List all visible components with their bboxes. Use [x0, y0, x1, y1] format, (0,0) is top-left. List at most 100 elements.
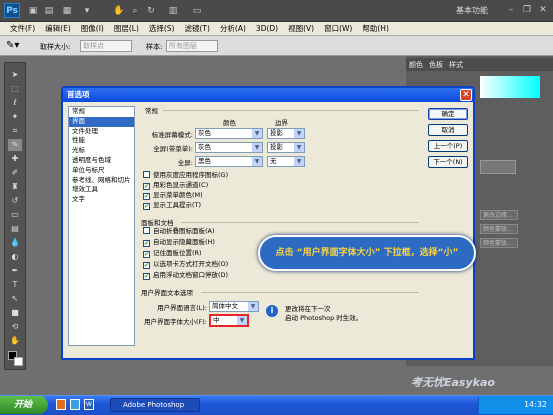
next-button[interactable]: 下一个(N) — [428, 156, 468, 168]
category-general[interactable]: 常规 — [69, 107, 134, 117]
category-performance[interactable]: 性能 — [69, 136, 134, 146]
sample-size-select[interactable]: 取样点 — [80, 40, 132, 52]
floating-dock-checkbox[interactable]: ✔ 启用浮动文档窗口停放(D) — [143, 271, 228, 280]
zoom-tool-icon[interactable]: ⌕ — [128, 5, 142, 17]
menu-image[interactable]: 图像(I) — [81, 23, 104, 34]
ui-font-size-select[interactable]: 中 ▼ — [209, 314, 249, 327]
category-cursors[interactable]: 光标 — [69, 146, 134, 156]
healing-brush-tool-icon[interactable]: ✚ — [8, 153, 22, 165]
prev-button[interactable]: 上一个(P) — [428, 140, 468, 152]
workspace-switcher[interactable]: 基本功能 — [456, 5, 488, 16]
category-units[interactable]: 单位与标尺 — [69, 166, 134, 176]
fullscreen-menu-color-select[interactable]: 灰色 ▼ — [195, 142, 263, 153]
eyedropper-preset-icon[interactable]: ✎▾ — [6, 40, 19, 51]
blur-tool-icon[interactable]: 💧 — [8, 237, 22, 249]
category-transparency[interactable]: 透明度与色域 — [69, 156, 134, 166]
start-button[interactable]: 开始 — [0, 396, 48, 414]
category-file-handling[interactable]: 文件处理 — [69, 127, 134, 137]
word-icon[interactable]: W — [84, 399, 94, 410]
color-mask-button-2[interactable]: 颜色蒙版... — [480, 238, 518, 248]
tooltips-checkbox[interactable]: ✔ 显示工具提示(T) — [143, 201, 201, 210]
fullscreen-menu-border-select[interactable]: 投影 ▼ — [267, 142, 305, 153]
fullscreen-border-select[interactable]: 无 ▼ — [267, 156, 305, 167]
pen-tool-icon[interactable]: ✒ — [8, 265, 22, 277]
menu-file[interactable]: 文件(F) — [10, 23, 35, 34]
taskbar-photoshop[interactable]: Adobe Photoshop — [110, 398, 200, 412]
marquee-tool-icon[interactable]: ⬚ — [8, 83, 22, 95]
rotate-view-icon[interactable]: ↻ — [144, 5, 158, 17]
category-plugins[interactable]: 增效工具 — [69, 185, 134, 195]
brush-tool-icon[interactable]: ✐ — [8, 167, 22, 179]
menu-analysis[interactable]: 分析(A) — [220, 23, 246, 34]
quick-select-tool-icon[interactable]: ✦ — [8, 111, 22, 123]
ui-language-select[interactable]: 简体中文 ▼ — [209, 301, 259, 312]
zoom-level-icon[interactable]: ▾ — [80, 5, 94, 17]
open-as-tabs-checkbox[interactable]: ✔ 以选项卡方式打开文档(O) — [143, 260, 228, 269]
arrange-documents-icon[interactable]: ▥ — [166, 5, 180, 17]
menu-window[interactable]: 窗口(W) — [324, 23, 352, 34]
shape-tool-icon[interactable]: ■ — [8, 307, 22, 319]
3d-rotate-tool-icon[interactable]: ⟲ — [8, 321, 22, 333]
cancel-button[interactable]: 取消 — [428, 124, 468, 136]
menu-view[interactable]: 视图(V) — [288, 23, 314, 34]
restore-icon[interactable]: ❐ — [520, 4, 534, 17]
standard-screen-border-select[interactable]: 投影 ▼ — [267, 128, 305, 139]
standard-screen-color-select[interactable]: 灰色 ▼ — [195, 128, 263, 139]
menu-layer[interactable]: 图层(L) — [114, 23, 139, 34]
lasso-tool-icon[interactable]: ℓ — [8, 97, 22, 109]
menu-3d[interactable]: 3D(D) — [256, 24, 278, 33]
tab-styles[interactable]: 样式 — [446, 58, 466, 71]
ok-button[interactable]: 确定 — [428, 108, 468, 120]
auto-show-panels-checkbox[interactable]: ✔ 自动显示隐藏面板(H) — [143, 238, 215, 247]
color-channels-checkbox[interactable]: ✔ 用彩色显示通道(C) — [143, 181, 208, 190]
dialog-close-icon[interactable]: ✕ — [460, 89, 472, 101]
category-list[interactable]: 常规 界面 文件处理 性能 光标 透明度与色域 单位与标尺 参考线、网格和切片 … — [68, 106, 135, 346]
crop-tool-icon[interactable]: ⌗ — [8, 125, 22, 137]
menu-help[interactable]: 帮助(H) — [362, 23, 389, 34]
move-tool-icon[interactable]: ➤ — [8, 69, 22, 81]
tab-color[interactable]: 颜色 — [406, 58, 426, 71]
ui-text-group-line — [201, 292, 419, 293]
fullscreen-menu-color-value: 灰色 — [198, 143, 211, 151]
category-guides[interactable]: 参考线、网格和切片 — [69, 176, 134, 186]
tab-swatches[interactable]: 色板 — [426, 58, 446, 71]
color-slider[interactable] — [480, 76, 540, 98]
mini-bridge-icon[interactable]: ▤ — [42, 5, 56, 17]
clone-stamp-tool-icon[interactable]: ♜ — [8, 181, 22, 193]
fullscreen-color-select[interactable]: 黑色 ▼ — [195, 156, 263, 167]
gradient-tool-icon[interactable]: ▤ — [8, 223, 22, 235]
remember-panels-checkbox[interactable]: ✔ 记住面板位置(R) — [143, 249, 202, 258]
background-color-swatch[interactable] — [14, 357, 23, 366]
close-icon[interactable]: ✕ — [536, 4, 550, 17]
path-select-tool-icon[interactable]: ↖ — [8, 293, 22, 305]
sample-label: 样本: — [146, 43, 163, 51]
menu-edit[interactable]: 编辑(E) — [45, 23, 71, 34]
screen-mode-icon[interactable]: ▭ — [190, 5, 204, 17]
minimize-icon[interactable]: – — [504, 4, 518, 17]
checkmark-icon: ✔ — [143, 262, 150, 269]
refine-edge-button[interactable]: 更改边缘... — [480, 210, 518, 220]
menu-select[interactable]: 选择(S) — [149, 23, 175, 34]
sample-select[interactable]: 所有图层 — [166, 40, 218, 52]
checkmark-icon: ✔ — [143, 273, 150, 280]
dodge-tool-icon[interactable]: ◐ — [8, 251, 22, 263]
menu-filter[interactable]: 滤镜(T) — [185, 23, 210, 34]
auto-collapse-checkbox[interactable]: 自动折叠图标面板(A) — [143, 227, 215, 236]
category-type[interactable]: 文字 — [69, 195, 134, 205]
color-mask-button[interactable]: 颜色蒙版... — [480, 224, 518, 234]
hand-tool-icon[interactable]: ✋ — [8, 335, 22, 347]
gray-icon-checkbox[interactable]: 使用灰度应用程序图标(G) — [143, 171, 228, 180]
quicklaunch-icon-2[interactable] — [70, 399, 80, 410]
menu-colors-checkbox[interactable]: ✔ 显示菜单颜色(M) — [143, 191, 203, 200]
bridge-icon[interactable]: ▣ — [26, 5, 40, 17]
color-column-header: 颜色 — [223, 119, 236, 127]
eraser-tool-icon[interactable]: ▭ — [8, 209, 22, 221]
hand-tool-icon[interactable]: ✋ — [112, 5, 126, 17]
checkmark-icon: ✔ — [143, 203, 150, 210]
view-extras-icon[interactable]: ▦ — [60, 5, 74, 17]
type-tool-icon[interactable]: T — [8, 279, 22, 291]
category-interface[interactable]: 界面 — [69, 116, 134, 127]
quicklaunch-icon-1[interactable] — [56, 399, 66, 410]
eyedropper-tool-icon[interactable]: ✎ — [8, 139, 22, 151]
history-brush-tool-icon[interactable]: ↺ — [8, 195, 22, 207]
